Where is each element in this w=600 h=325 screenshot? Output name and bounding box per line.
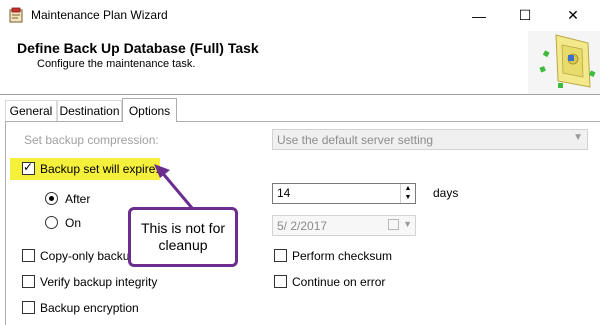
on-date-picker[interactable]: 5/ 2/2017 ▼ — [272, 215, 416, 236]
after-radio[interactable] — [45, 192, 58, 205]
title-bar: Maintenance Plan Wizard — ☐ ✕ — [0, 0, 600, 31]
close-button[interactable]: ✕ — [550, 0, 596, 31]
wizard-icon — [9, 7, 23, 23]
expire-label: Backup set will expire: — [40, 162, 159, 176]
continue-on-error-checkbox[interactable] — [274, 275, 287, 288]
minimize-button[interactable]: — — [456, 0, 502, 31]
on-label: On — [65, 216, 82, 230]
tab-options[interactable]: Options — [122, 98, 177, 122]
on-date-value: 5/ 2/2017 — [277, 219, 328, 233]
compression-select[interactable]: Use the default server setting ▼ — [272, 129, 588, 150]
tab-general[interactable]: General — [5, 100, 57, 121]
window-title: Maintenance Plan Wizard — [31, 8, 168, 22]
maximize-button[interactable]: ☐ — [502, 0, 548, 31]
wizard-header: Define Back Up Database (Full) Task Conf… — [0, 31, 600, 94]
compression-label: Set backup compression: — [24, 133, 159, 147]
verify-integrity-checkbox[interactable] — [22, 275, 35, 288]
perform-checksum-label: Perform checksum — [292, 249, 393, 263]
verify-integrity-label: Verify backup integrity — [40, 275, 158, 289]
after-days-value: 14 — [277, 186, 291, 200]
copy-only-label: Copy-only backup — [40, 249, 137, 263]
wizard-header-graphic — [528, 31, 600, 94]
after-days-stepper[interactable]: 14 ▲ ▼ — [272, 183, 416, 204]
page-title: Define Back Up Database (Full) Task — [17, 40, 259, 56]
expire-checkbox[interactable] — [22, 160, 35, 175]
page-subtitle: Configure the maintenance task. — [37, 58, 196, 70]
continue-on-error-label: Continue on error — [292, 275, 386, 289]
after-label: After — [65, 192, 91, 206]
chevron-down-icon: ▼ — [403, 219, 412, 229]
header-divider — [0, 94, 600, 95]
callout-arrow-icon — [154, 164, 194, 209]
copy-only-checkbox[interactable] — [22, 249, 35, 262]
chevron-down-icon: ▼ — [573, 132, 583, 143]
on-radio[interactable] — [45, 216, 58, 229]
callout-text: This is not for cleanup — [140, 220, 226, 253]
perform-checksum-checkbox[interactable] — [274, 249, 287, 262]
backup-encryption-label: Backup encryption — [40, 301, 139, 315]
annotation-callout: This is not for cleanup — [128, 207, 238, 267]
days-unit-label: days — [433, 186, 459, 200]
tab-destination[interactable]: Destination — [57, 100, 122, 121]
compression-value: Use the default server setting — [277, 133, 434, 147]
backup-encryption-checkbox[interactable] — [22, 301, 35, 314]
calendar-icon — [388, 219, 399, 230]
stepper-arrows-icon[interactable]: ▲ ▼ — [400, 184, 415, 203]
